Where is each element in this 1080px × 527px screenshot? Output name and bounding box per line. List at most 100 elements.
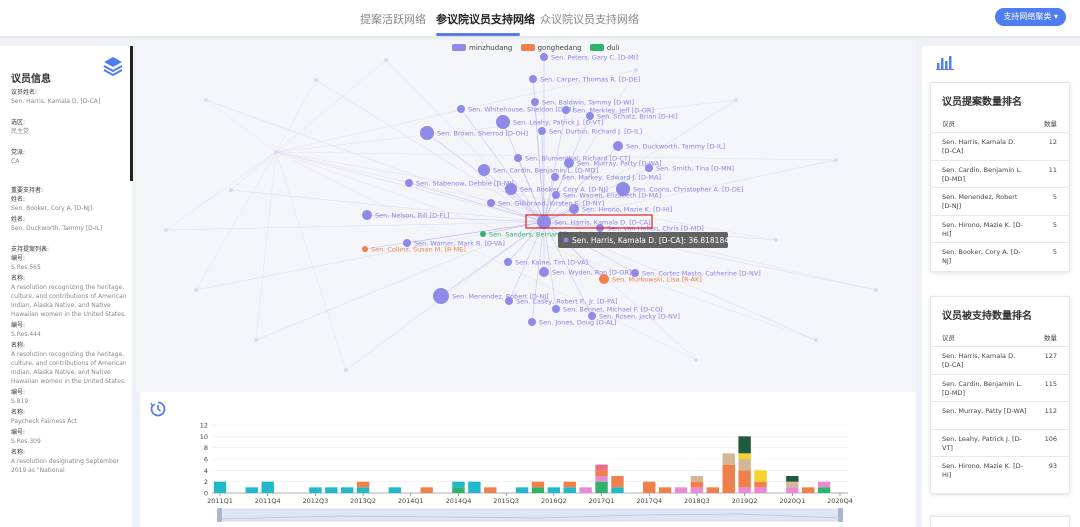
network-node[interactable] [362, 246, 368, 252]
chart-bar-segment[interactable] [420, 487, 433, 493]
network-node[interactable] [529, 75, 537, 83]
chart-bar-segment[interactable] [468, 481, 481, 493]
network-canvas[interactable]: Sen. Peters, Gary C. [D-MI] Sen. Carper, … [136, 40, 916, 392]
chart-bar-segment[interactable] [356, 487, 370, 493]
slider-handle-right[interactable] [838, 508, 843, 522]
chart-bar-segment[interactable] [738, 459, 751, 471]
network-node[interactable] [480, 231, 486, 237]
network-node[interactable] [538, 127, 546, 135]
chart-bar-segment[interactable] [690, 487, 704, 493]
chart-bar-segment[interactable] [595, 481, 608, 493]
chart-bar-segment[interactable] [452, 487, 465, 493]
network-node[interactable] [457, 105, 465, 113]
chart-bar-segment[interactable] [690, 481, 704, 488]
chart-bar-segment[interactable] [817, 487, 831, 493]
chart-bar-segment[interactable] [515, 487, 529, 493]
chart-bar-segment[interactable] [674, 487, 688, 493]
chart-bar-segment[interactable] [388, 487, 402, 493]
left-panel-scrollbar[interactable] [130, 46, 133, 181]
network-node[interactable] [496, 115, 510, 129]
chart-bar-segment[interactable] [547, 487, 561, 493]
chart-bar-segment[interactable] [817, 481, 831, 488]
timeline-bar-chart[interactable]: 0246810122011Q1 2011Q4 2012Q3 2013Q2 2014Q1 2… [140, 392, 916, 527]
network-node[interactable] [505, 297, 513, 305]
chart-bar-segment[interactable] [738, 453, 751, 459]
ranking-row[interactable]: Sen. Cardin, Benjamin L. [D-MD] 115 [931, 373, 1069, 402]
chart-bar-segment[interactable] [531, 481, 545, 488]
chart-bar-segment[interactable] [261, 481, 274, 493]
legend-item[interactable]: gonghedang [520, 44, 582, 52]
network-node[interactable] [551, 173, 559, 181]
network-node[interactable] [433, 288, 449, 304]
tab-house-network[interactable]: 众议院议员支持网络 [540, 11, 639, 27]
time-range-slider[interactable] [217, 508, 843, 522]
network-node[interactable] [505, 183, 517, 195]
chart-bar-segment[interactable] [484, 487, 497, 493]
chart-bar-segment[interactable] [786, 476, 799, 482]
slider-track[interactable] [219, 508, 841, 522]
chart-bar-segment[interactable] [754, 487, 767, 493]
chart-bar-segment[interactable] [340, 487, 354, 493]
network-node[interactable] [552, 191, 560, 199]
chart-bar-segment[interactable] [595, 470, 608, 476]
ranking-row[interactable]: Sen. Harris, Kamala D. [D-CA] 127 [931, 346, 1069, 374]
chart-bar-segment[interactable] [658, 487, 672, 493]
network-node[interactable] [599, 274, 609, 284]
slider-handle-left[interactable] [217, 508, 222, 522]
chart-bar-segment[interactable] [690, 476, 704, 482]
ranking-row[interactable]: Sen. Leahy, Patrick J. [D-VT] 106 [931, 428, 1069, 457]
support-network-graph[interactable]: Sen. Peters, Gary C. [D-MI] Sen. Carper, … [136, 40, 916, 392]
chart-bar-segment[interactable] [452, 481, 465, 488]
chart-bar-segment[interactable] [738, 487, 751, 493]
chart-bar-segment[interactable] [611, 476, 624, 488]
chart-bar-segment[interactable] [786, 487, 799, 493]
ranking-row[interactable]: Sen. Hirono, Mazie K. [D-HI] 5 [931, 214, 1069, 243]
chart-bar-segment[interactable] [595, 464, 608, 471]
chart-bar-segment[interactable] [245, 487, 258, 493]
ranking-row[interactable]: Sen. Menendez, Robert [D-NJ] 5 [931, 187, 1069, 215]
chart-bar-segment[interactable] [563, 481, 576, 488]
ranking-row[interactable]: Sen. Harris, Kamala D. [D-CA] 12 [931, 132, 1069, 160]
chart-bar-segment[interactable] [722, 464, 735, 493]
legend-item[interactable]: minzhudang [452, 44, 512, 52]
chart-bar-segment[interactable] [325, 487, 338, 493]
network-node[interactable] [569, 204, 579, 214]
chart-bar-segment[interactable] [213, 481, 227, 493]
chart-bar-segment[interactable] [706, 487, 720, 493]
network-node[interactable] [420, 126, 434, 140]
network-node[interactable] [539, 267, 549, 277]
ranking-row[interactable]: Sen. Murray, Patty [D-WA] 112 [931, 401, 1069, 429]
network-node[interactable] [362, 210, 372, 220]
chart-bar-segment[interactable] [531, 487, 545, 493]
ranking-row[interactable]: Sen. Hirono, Mazie K. [D-HI] 93 [931, 456, 1069, 484]
chart-bar-segment[interactable] [309, 487, 322, 493]
network-node[interactable] [478, 164, 490, 176]
network-node[interactable] [514, 154, 522, 162]
network-node[interactable] [645, 164, 653, 172]
network-node[interactable] [613, 141, 623, 151]
tab-senate-network[interactable]: 参议院议员支持网络 [436, 11, 535, 27]
chart-bar-segment[interactable] [754, 481, 767, 488]
tab-proposal-network[interactable]: 提案活跃网络 [360, 11, 426, 27]
network-node[interactable] [528, 318, 536, 326]
chart-bar-segment[interactable] [738, 470, 751, 488]
chart-bar-segment[interactable] [643, 481, 656, 493]
legend-item[interactable]: duli [589, 44, 620, 52]
network-node[interactable] [540, 53, 548, 61]
chart-bar-segment[interactable] [356, 481, 370, 488]
chart-bar-segment[interactable] [786, 481, 799, 488]
chart-bar-segment[interactable] [595, 476, 608, 482]
cluster-button[interactable]: 支持网络聚类 ▾ [995, 8, 1066, 26]
network-node[interactable] [537, 215, 551, 229]
network-node[interactable] [487, 199, 495, 207]
network-node[interactable] [562, 106, 570, 114]
ranking-row[interactable]: Sen. Booker, Cory A. [D-NJ] 5 [931, 242, 1069, 270]
chart-bar-segment[interactable] [563, 487, 576, 493]
chart-bar-segment[interactable] [802, 487, 815, 493]
chart-bar-segment[interactable] [579, 487, 592, 493]
network-node[interactable] [504, 258, 512, 266]
ranking-row[interactable]: Sen. Cardin, Benjamin L. [D-MD] 11 [931, 159, 1069, 188]
network-node[interactable] [405, 179, 413, 187]
network-node[interactable] [552, 305, 560, 313]
chart-bar-segment[interactable] [738, 436, 751, 454]
